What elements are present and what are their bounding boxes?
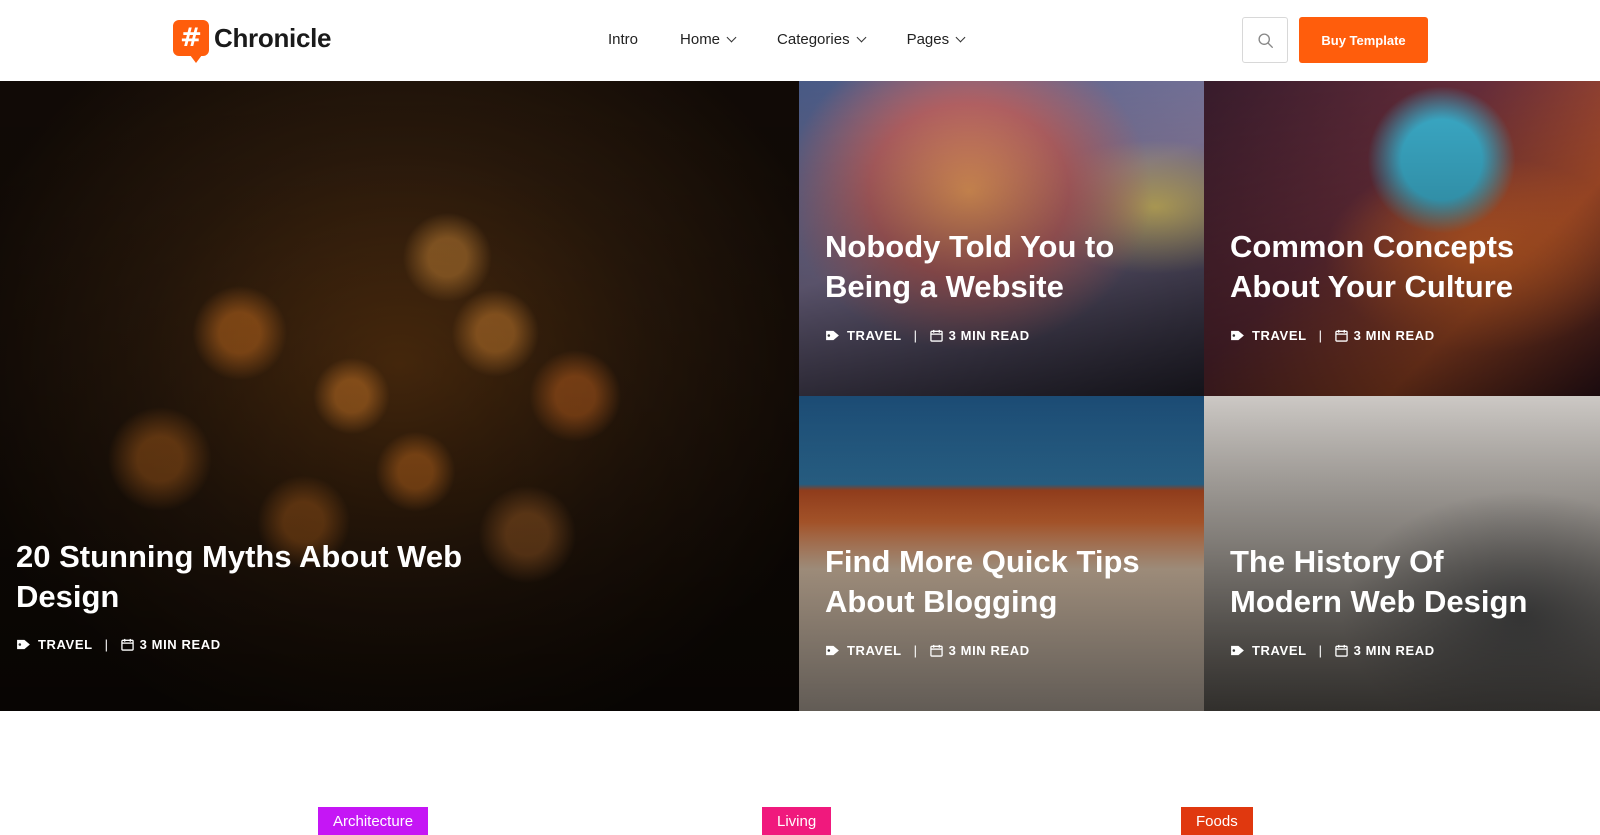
post-category[interactable]: TRAVEL (1252, 643, 1307, 658)
post-card[interactable]: Find More Quick Tips About Blogging TRAV… (799, 396, 1204, 711)
post-title[interactable]: Nobody Told You to Being a Website (825, 227, 1145, 308)
meta-separator: | (913, 643, 918, 658)
post-read-time: 3 MIN READ (139, 637, 221, 652)
buy-template-button[interactable]: Buy Template (1299, 17, 1428, 63)
nav-item-pages[interactable]: Pages (906, 30, 966, 48)
calendar-icon (1334, 329, 1348, 342)
nav-item-label: Home (680, 30, 721, 48)
category-tag-foods[interactable]: Foods (1181, 807, 1253, 835)
nav-item-label: Categories (777, 30, 850, 48)
post-card[interactable]: Common Concepts About Your Culture TRAVE… (1204, 81, 1600, 396)
search-icon (1257, 32, 1273, 48)
meta-separator: | (1318, 328, 1323, 343)
category-tag-living[interactable]: Living (762, 807, 832, 835)
post-read-time: 3 MIN READ (948, 643, 1030, 658)
calendar-icon (120, 638, 134, 651)
chevron-down-icon (856, 32, 867, 42)
post-meta: TRAVEL | 3 MIN READ (16, 637, 221, 652)
meta-separator: | (913, 328, 918, 343)
calendar-icon (929, 644, 943, 657)
post-title[interactable]: 20 Stunning Myths About Web Design (16, 537, 496, 618)
nav-item-label: Intro (608, 30, 639, 48)
logo-mark-icon: # (173, 20, 209, 63)
post-category[interactable]: TRAVEL (38, 637, 93, 652)
post-meta: TRAVEL | 3 MIN READ (825, 328, 1030, 343)
chevron-down-icon (955, 32, 966, 42)
tag-icon (826, 330, 839, 341)
logo[interactable]: # Chronicle (173, 18, 332, 63)
search-button[interactable] (1242, 17, 1288, 63)
post-card-featured[interactable]: 20 Stunning Myths About Web Design TRAVE… (0, 81, 799, 711)
site-header: # Chronicle Intro Home Categories Pages … (0, 0, 1600, 81)
nav-item-home[interactable]: Home (680, 30, 737, 48)
post-category[interactable]: TRAVEL (847, 328, 902, 343)
logo-text: Chronicle (214, 22, 332, 53)
meta-separator: | (1318, 643, 1323, 658)
post-category[interactable]: TRAVEL (1252, 328, 1307, 343)
post-read-time: 3 MIN READ (1353, 643, 1435, 658)
post-title[interactable]: Find More Quick Tips About Blogging (825, 542, 1145, 623)
tag-icon (1231, 645, 1244, 656)
meta-separator: | (104, 637, 109, 652)
featured-posts-grid: 20 Stunning Myths About Web Design TRAVE… (0, 81, 1600, 711)
tag-icon (826, 645, 839, 656)
post-category[interactable]: TRAVEL (847, 643, 902, 658)
post-meta: TRAVEL | 3 MIN READ (825, 643, 1030, 658)
nav-item-label: Pages (906, 30, 950, 48)
tag-icon (17, 639, 30, 650)
main-nav: Intro Home Categories Pages (608, 27, 1006, 51)
post-meta: TRAVEL | 3 MIN READ (1230, 643, 1435, 658)
calendar-icon (929, 329, 943, 342)
post-read-time: 3 MIN READ (948, 328, 1030, 343)
post-card[interactable]: Nobody Told You to Being a Website TRAVE… (799, 81, 1204, 396)
post-read-time: 3 MIN READ (1353, 328, 1435, 343)
calendar-icon (1334, 644, 1348, 657)
nav-item-intro[interactable]: Intro (608, 31, 638, 48)
post-card[interactable]: The History Of Modern Web Design TRAVEL … (1204, 396, 1600, 711)
post-title[interactable]: Common Concepts About Your Culture (1230, 227, 1550, 308)
post-meta: TRAVEL | 3 MIN READ (1230, 328, 1435, 343)
nav-item-categories[interactable]: Categories (777, 30, 867, 48)
chevron-down-icon (726, 32, 737, 42)
post-title[interactable]: The History Of Modern Web Design (1230, 542, 1550, 623)
category-tag-architecture[interactable]: Architecture (318, 807, 429, 835)
tag-icon (1231, 330, 1244, 341)
